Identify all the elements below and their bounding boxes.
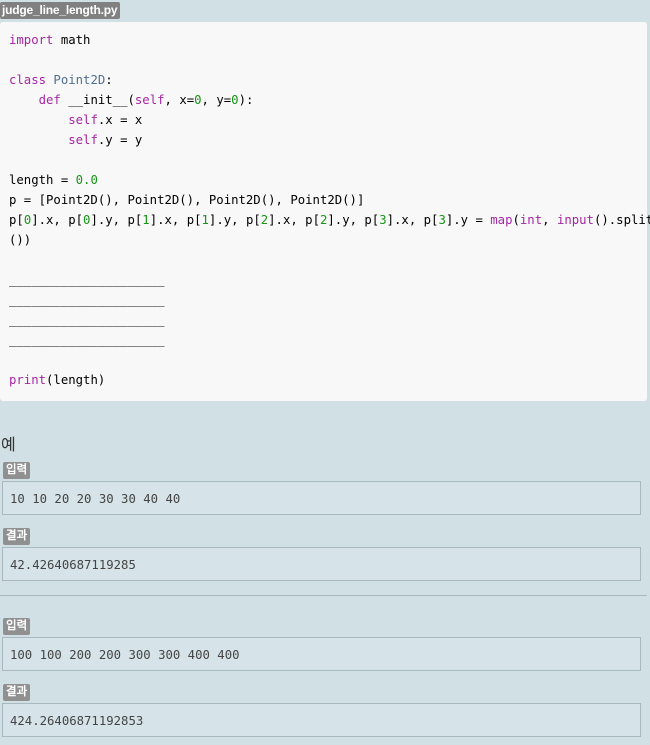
number-literal: 0.0: [75, 173, 98, 187]
code-line-11: ()): [9, 230, 31, 250]
input-value: 10 10 20 20 30 30 40 40: [10, 492, 181, 506]
code-text: ].x, p[: [268, 213, 320, 227]
code-text: __init__(: [60, 93, 135, 107]
blank-placeholder: _____________________: [9, 273, 165, 287]
self-keyword: self: [134, 93, 165, 107]
example-divider: [0, 595, 647, 596]
code-line-10: p[0].x, p[0].y, p[1].x, p[1].y, p[2].x, …: [9, 210, 650, 230]
input-box: 10 10 20 20 30 30 40 40: [2, 481, 641, 515]
code-line-4: def __init__(self, x=0, y=0):: [9, 90, 254, 110]
input-value: 100 100 200 200 300 300 400 400: [10, 648, 240, 662]
code-line-6: self.y = y: [9, 130, 142, 150]
code-line-1: import math: [9, 30, 90, 50]
blank-line-4: _____________________: [9, 330, 164, 350]
self-keyword: self: [68, 113, 98, 127]
code-text: ].y =: [445, 213, 491, 227]
result-box: 42.42640687119285: [2, 547, 641, 581]
builtin-function: map: [490, 213, 513, 227]
code-text: :: [105, 73, 113, 87]
code-text: p = [Point2D(), Point2D(), Point2D(), Po…: [9, 193, 365, 207]
result-box: 424.26406871192853: [2, 703, 641, 737]
blank-line-3: _____________________: [9, 310, 164, 330]
code-text: ):: [238, 93, 254, 107]
class-name: Point2D: [46, 73, 106, 87]
input-label-badge: 입력: [3, 462, 31, 479]
code-text: , y=: [201, 93, 232, 107]
blank-placeholder: _____________________: [9, 293, 165, 307]
number-literal: 1: [201, 213, 209, 227]
file-name-tab: judge_line_length.py: [0, 2, 121, 19]
code-text: .x = x: [97, 113, 143, 127]
builtin-function: print: [9, 373, 47, 387]
result-value: 424.26406871192853: [10, 714, 144, 728]
code-block: import math class Point2D: def __init__(…: [0, 22, 650, 401]
code-text: , x=: [164, 93, 195, 107]
code-text: ].x, p[: [31, 213, 84, 227]
code-line-5: self.x = x: [9, 110, 142, 130]
builtin-function: input: [556, 213, 594, 227]
keyword: class: [9, 73, 47, 87]
code-text: math: [53, 33, 91, 47]
number-literal: 1: [142, 213, 150, 227]
input-box: 100 100 200 200 300 300 400 400: [2, 637, 641, 671]
code-line-9: p = [Point2D(), Point2D(), Point2D(), Po…: [9, 190, 364, 210]
code-text: length =: [9, 173, 76, 187]
result-label-badge: 결과: [3, 528, 31, 545]
number-literal: 0: [231, 93, 239, 107]
keyword: import: [9, 33, 54, 47]
code-text: ].y, p[: [90, 213, 143, 227]
result-value: 42.42640687119285: [10, 558, 136, 572]
number-literal: 3: [438, 213, 446, 227]
input-label-badge: 입력: [3, 618, 31, 635]
blank-placeholder: _____________________: [9, 313, 165, 327]
builtin-function: int: [519, 213, 543, 227]
code-text: (: [512, 213, 520, 227]
blank-line-2: _____________________: [9, 290, 164, 310]
code-text: p[: [9, 213, 24, 227]
keyword: def: [38, 93, 61, 107]
code-text: ].x, p[: [149, 213, 202, 227]
code-line-print: print(length): [9, 370, 105, 390]
code-text: (length): [46, 373, 106, 387]
number-literal: 3: [379, 213, 387, 227]
blank-line-1: _____________________: [9, 270, 164, 290]
example-heading: 예: [1, 437, 16, 454]
code-text: ,: [542, 213, 557, 227]
self-keyword: self: [68, 133, 98, 147]
code-line-3: class Point2D:: [9, 70, 113, 90]
blank-placeholder: _____________________: [9, 333, 165, 347]
number-literal: 0: [194, 93, 202, 107]
code-text: ].y, p[: [327, 213, 380, 227]
code-line-8: length = 0.0: [9, 170, 98, 190]
code-text: ().split: [593, 213, 650, 227]
code-text: ].y, p[: [208, 213, 261, 227]
result-label-badge: 결과: [3, 684, 31, 701]
code-text: ()): [9, 233, 32, 247]
code-text: ].x, p[: [386, 213, 439, 227]
code-text: .y = y: [97, 133, 143, 147]
